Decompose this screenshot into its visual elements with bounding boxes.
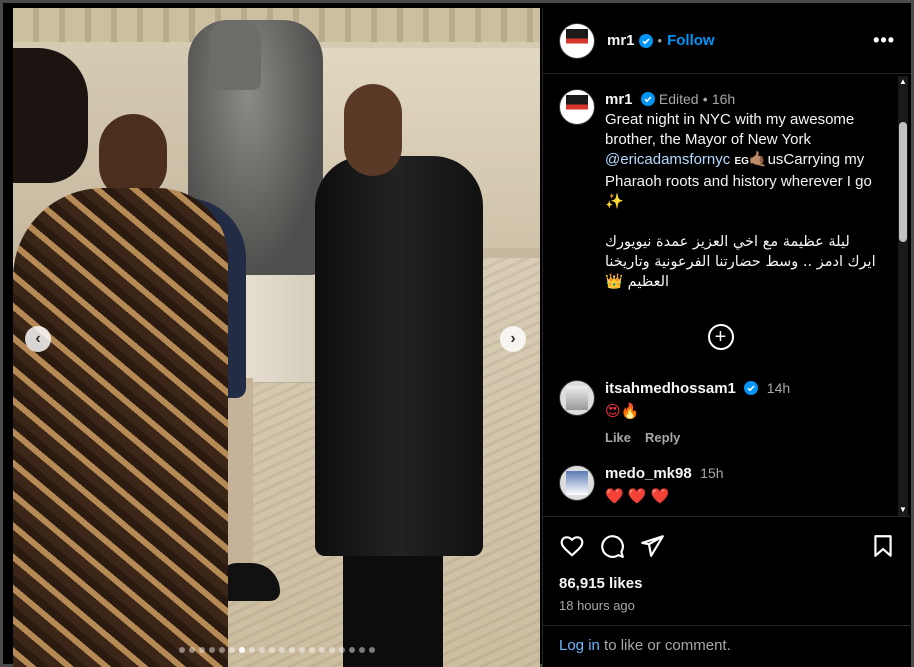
verified-badge-icon (638, 33, 653, 48)
caption-mention-link[interactable]: @ericadamsfornyc (605, 151, 730, 168)
load-more-comments-button[interactable]: + (707, 324, 734, 350)
header-separator: • (657, 33, 663, 48)
post-photo[interactable]: ‹ › (13, 8, 540, 667)
verified-badge-icon (744, 381, 759, 395)
caption-text: mr1 Edited • 16h Great night in NYC with… (605, 89, 882, 292)
comment-like-button[interactable]: Like (605, 430, 631, 445)
carousel-dot[interactable] (348, 647, 355, 653)
post-side-panel: mr1 • Follow ••• mr1 Edited • 16h Great … (542, 8, 912, 667)
author-avatar[interactable] (559, 22, 595, 59)
carousel-dot[interactable] (248, 647, 255, 653)
comments-scroll-area[interactable]: mr1 Edited • 16h Great night in NYC with… (543, 75, 898, 515)
carousel-dot[interactable] (358, 647, 365, 653)
carousel-dot[interactable] (188, 647, 195, 653)
verified-badge-icon (640, 92, 655, 106)
carousel-dot[interactable] (278, 647, 285, 653)
carousel-dots (13, 647, 540, 653)
caption-arabic-line-3: العظيم 👑 (605, 274, 670, 290)
comment-reply-button[interactable]: Reply (645, 430, 680, 445)
carousel-dot[interactable] (308, 647, 315, 653)
carousel-dot[interactable] (218, 647, 225, 653)
likes-count[interactable]: 86,915 likes (559, 575, 896, 592)
caption-username[interactable]: mr1 (605, 91, 633, 108)
comment-time[interactable]: 15h (700, 465, 723, 481)
caption-time[interactable]: 16h (712, 91, 735, 107)
photo-woman-head (13, 48, 88, 183)
carousel-dot[interactable] (228, 647, 235, 653)
caption-sparkle-emoji: ✨ (605, 193, 624, 210)
paper-plane-icon[interactable] (639, 533, 665, 559)
carousel-dot[interactable] (318, 647, 325, 653)
comments-scrollbar[interactable]: ▲ ▼ (898, 76, 908, 516)
comment-username[interactable]: medo_mk98 (605, 465, 692, 482)
carousel-dot[interactable] (238, 647, 245, 653)
comment-avatar[interactable] (559, 465, 595, 501)
caption-arabic-text: ليلة عظيمة مع اخي العزيز عمدة نيويورك اي… (605, 232, 882, 292)
caption-hand-emoji: 🤙🏽 (748, 151, 768, 168)
carousel-dot[interactable] (368, 647, 375, 653)
action-bar (559, 531, 896, 561)
caption-avatar[interactable] (559, 89, 595, 125)
bookmark-icon[interactable] (870, 533, 896, 559)
login-link[interactable]: Log in (559, 637, 600, 654)
photo-statue-head (209, 20, 261, 90)
comment-username[interactable]: itsahmedhossam1 (605, 380, 736, 397)
comment-text: ❤️ ❤️ ❤️ (605, 488, 670, 505)
carousel-dot[interactable] (268, 647, 275, 653)
post-header: mr1 • Follow ••• (543, 8, 911, 74)
carousel-dot[interactable] (298, 647, 305, 653)
scroll-down-arrow-icon[interactable]: ▼ (898, 504, 908, 516)
follow-button[interactable]: Follow (667, 32, 715, 49)
carousel-dot[interactable] (288, 647, 295, 653)
photo-man-sunglasses-head (344, 84, 402, 176)
carousel-dot[interactable] (328, 647, 335, 653)
comment-bubble-icon[interactable] (599, 533, 625, 559)
carousel-dot[interactable] (198, 647, 205, 653)
carousel-prev-button[interactable]: ‹ (25, 326, 51, 352)
caption-arabic-line-1: ليلة عظيمة مع اخي العزيز عمدة نيويورك (605, 234, 850, 250)
comment-actions: Like Reply (605, 430, 790, 445)
carousel-dot[interactable] (258, 647, 265, 653)
heart-icon[interactable] (559, 533, 585, 559)
photo-woman-patterned-dress (13, 188, 228, 667)
caption-flag-text: EG (734, 156, 749, 167)
caption-edited-label: Edited (658, 91, 699, 107)
comment-item: itsahmedhossam1 14h 😍🔥 Like Reply (559, 380, 882, 445)
comment-avatar[interactable] (559, 380, 595, 416)
login-prompt-text: to like or comment. (599, 637, 731, 654)
comment-text: 😍🔥 (605, 403, 640, 420)
carousel-dot[interactable] (338, 647, 345, 653)
caption-separator: • (702, 91, 708, 107)
posted-time[interactable]: 18 hours ago (559, 598, 896, 613)
instagram-post-modal: ‹ › mr1 • Follow ••• mr1 Edited • 16h Gr (0, 0, 914, 667)
carousel-next-button[interactable]: › (500, 326, 526, 352)
caption-arabic-line-2: ايرك ادمز .. وسط حضارتنا الفرعونية وتاري… (605, 254, 876, 270)
carousel-dot[interactable] (178, 647, 185, 653)
author-username[interactable]: mr1 (607, 32, 635, 49)
more-options-icon[interactable]: ••• (873, 30, 895, 51)
carousel-dot[interactable] (208, 647, 215, 653)
scroll-up-arrow-icon[interactable]: ▲ (898, 76, 908, 88)
comment-time[interactable]: 14h (767, 380, 790, 396)
photo-man-long-coat (315, 156, 483, 556)
scrollbar-thumb[interactable] (899, 122, 907, 242)
caption: mr1 Edited • 16h Great night in NYC with… (559, 89, 882, 292)
comment-item: medo_mk98 15h ❤️ ❤️ ❤️ (559, 465, 882, 505)
login-prompt: Log in to like or comment. (543, 625, 912, 667)
caption-text-part1: Great night in NYC with my awesome broth… (605, 111, 855, 148)
